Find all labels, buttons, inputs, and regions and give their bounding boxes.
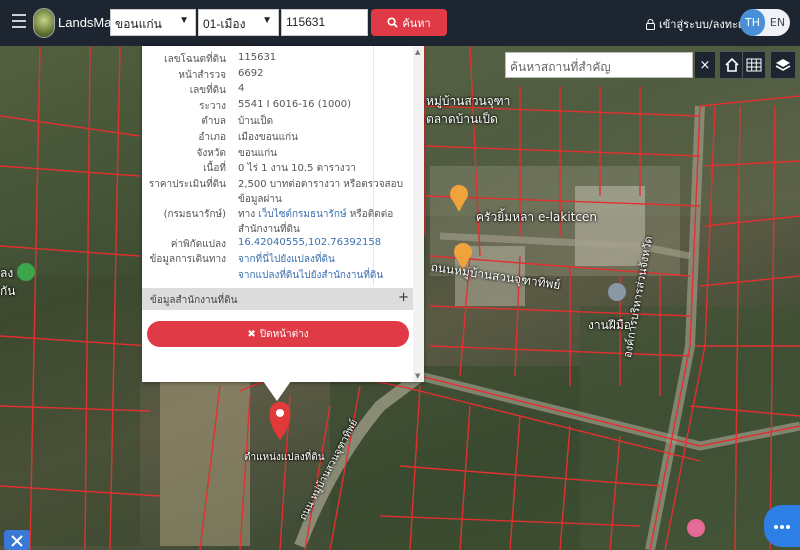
chat-button[interactable] bbox=[764, 505, 800, 547]
search-icon bbox=[387, 17, 399, 28]
grid-button[interactable] bbox=[742, 51, 766, 79]
map-label-village-1: หมู่บ้านสวนจุฑา bbox=[426, 94, 511, 108]
coordinates-link[interactable]: 16.42040555,102.76392158 bbox=[232, 237, 413, 253]
menu-icon[interactable] bbox=[12, 14, 26, 30]
field-value: ขอนแก่น bbox=[238, 147, 278, 159]
info-row-land-number: เลขที่ดิน 4 bbox=[142, 83, 413, 99]
lang-th[interactable]: TH bbox=[740, 9, 765, 36]
info-row-district: อำเภอ เมืองขอนแก่น bbox=[142, 130, 413, 146]
field-label: ระวาง bbox=[199, 100, 226, 112]
field-label: เนื้อที่ bbox=[203, 163, 226, 175]
lang-en[interactable]: EN bbox=[765, 9, 790, 36]
parcel-number-input[interactable]: 115631 bbox=[281, 9, 368, 36]
poi-pin-bottom[interactable] bbox=[687, 519, 705, 537]
field-value: 115631 bbox=[238, 52, 277, 63]
field-value: 2,500 บาทต่อตารางวา หรือตรวจสอบข้อมูลผ่า… bbox=[238, 178, 404, 205]
map-label-parcel-pin: ตำแหน่งแปลงที่ดิน bbox=[244, 452, 325, 463]
lock-icon bbox=[646, 18, 655, 30]
treasury-website-link[interactable]: เว็บไซต์กรมธนารักษ์ bbox=[258, 209, 346, 220]
tools-button[interactable] bbox=[4, 530, 30, 550]
poi-pin-shop[interactable] bbox=[608, 283, 626, 301]
info-row-route-2: จากแปลงที่ดินไปยังสำนักงานที่ดิน bbox=[142, 268, 413, 284]
close-icon: × bbox=[699, 57, 711, 73]
place-search-input[interactable]: ค้นหาสถานที่สำคัญ bbox=[505, 52, 693, 78]
field-label: ค่าพิกัดแปลง bbox=[170, 238, 226, 250]
field-value: ทาง เว็บไซต์กรมธนารักษ์ หรือติดต่อสำนักง… bbox=[232, 207, 413, 237]
tools-icon bbox=[11, 535, 23, 547]
district-select[interactable]: 01-เมืองขอนแก่น ▼ bbox=[198, 9, 279, 50]
route-to-office-link[interactable]: จากแปลงที่ดินไปยังสำนักงานที่ดิน bbox=[232, 268, 413, 284]
map-label-market: ตลาดบ้านเป็ด bbox=[426, 112, 498, 126]
appraisal-prefix: ทาง bbox=[238, 208, 256, 220]
popup-scrollbar[interactable]: ▲ ▼ bbox=[413, 46, 424, 382]
info-row-appraisal-cont: (กรมธนารักษ์) ทาง เว็บไซต์กรมธนารักษ์ หร… bbox=[142, 207, 413, 237]
info-row-deed: เลขโฉนดที่ดิน 115631 bbox=[142, 52, 413, 68]
map-label-left-1: ลง bbox=[0, 266, 14, 280]
field-value: 4 bbox=[238, 83, 245, 95]
map-label-left-2: กัน bbox=[0, 284, 16, 298]
parcel-info-popup: เลขโฉนดที่ดิน 115631 หน้าสำรวจ 6692 เลขท… bbox=[142, 46, 424, 382]
scroll-down-icon[interactable]: ▼ bbox=[415, 372, 420, 380]
scroll-up-icon[interactable]: ▲ bbox=[415, 48, 420, 56]
chevron-down-icon: ▼ bbox=[262, 15, 272, 26]
language-toggle[interactable]: TH EN bbox=[740, 9, 790, 36]
province-select[interactable]: ขอนแก่น ▼ bbox=[110, 9, 196, 36]
info-row-subdistrict: ตำบล บ้านเป็ด bbox=[142, 114, 413, 130]
field-label: ราคาประเมินที่ดิน bbox=[148, 178, 226, 190]
field-label: เลขโฉนดที่ดิน bbox=[164, 54, 226, 65]
field-value: 6692 bbox=[238, 67, 264, 79]
grid-icon bbox=[746, 58, 762, 72]
clear-search-button[interactable]: × bbox=[695, 52, 715, 78]
land-office-section-label: ข้อมูลสำนักงานที่ดิน bbox=[150, 295, 238, 306]
field-value: บ้านเป็ด bbox=[238, 116, 274, 128]
info-row-route: ข้อมูลการเดินทาง จากที่นี่ไปยังแปลงที่ดิ… bbox=[142, 252, 413, 268]
info-row-map-sheet: ระวาง 5541 I 6016-16 (1000) bbox=[142, 99, 413, 115]
search-button-label: ค้นหา bbox=[402, 16, 431, 30]
home-icon bbox=[725, 57, 739, 72]
landsmaps-logo[interactable] bbox=[33, 8, 55, 38]
field-label: เลขที่ดิน bbox=[189, 85, 226, 97]
field-label: ตำบล bbox=[201, 116, 226, 128]
field-value: 5541 I 6016-16 (1000) bbox=[238, 98, 351, 110]
poi-pin-park[interactable] bbox=[17, 263, 35, 281]
field-value: เมืองขอนแก่น bbox=[238, 131, 298, 143]
close-icon: ✖ bbox=[247, 328, 256, 340]
search-button[interactable]: ค้นหา bbox=[371, 9, 447, 36]
map-label-kitchen: ครัวยิ้มหลา e-lakitcen bbox=[476, 210, 597, 224]
field-value: 0 ไร่ 1 งาน 10.5 ตารางวา bbox=[238, 163, 356, 175]
close-popup-label: ปิดหน้าต่าง bbox=[259, 328, 309, 340]
land-office-section-toggle[interactable]: ข้อมูลสำนักงานที่ดิน + bbox=[142, 288, 413, 310]
field-label: ข้อมูลการเดินทาง bbox=[149, 254, 226, 266]
route-to-parcel-link[interactable]: จากที่นี่ไปยังแปลงที่ดิน bbox=[232, 252, 413, 268]
layers-button[interactable] bbox=[770, 51, 796, 79]
popup-pointer bbox=[263, 381, 291, 401]
info-row-province: จังหวัด ขอนแก่น bbox=[142, 146, 413, 162]
expand-icon: + bbox=[398, 290, 409, 305]
parcel-info-table: เลขโฉนดที่ดิน 115631 หน้าสำรวจ 6692 เลขท… bbox=[142, 52, 413, 284]
field-label: อำเภอ bbox=[198, 131, 226, 143]
province-value: ขอนแก่น bbox=[115, 17, 162, 31]
top-navbar: LandsMaps ขอนแก่น ▼ 01-เมืองขอนแก่น ▼ 11… bbox=[0, 0, 800, 50]
info-row-area: เนื้อที่ 0 ไร่ 1 งาน 10.5 ตารางวา bbox=[142, 161, 413, 177]
layers-icon bbox=[775, 59, 791, 71]
chevron-down-icon: ▼ bbox=[179, 15, 189, 26]
close-popup-button[interactable]: ✖ ปิดหน้าต่าง bbox=[147, 321, 409, 347]
info-row-appraisal: ราคาประเมินที่ดิน 2,500 บาทต่อตารางวา หร… bbox=[142, 177, 413, 207]
info-row-coords: ค่าพิกัดแปลง 16.42040555,102.76392158 bbox=[142, 237, 413, 253]
info-row-survey-page: หน้าสำรวจ 6692 bbox=[142, 68, 413, 84]
field-label: (กรมธนารักษ์) bbox=[163, 208, 226, 220]
field-label: หน้าสำรวจ bbox=[178, 69, 226, 81]
field-label: จังหวัด bbox=[196, 147, 226, 159]
